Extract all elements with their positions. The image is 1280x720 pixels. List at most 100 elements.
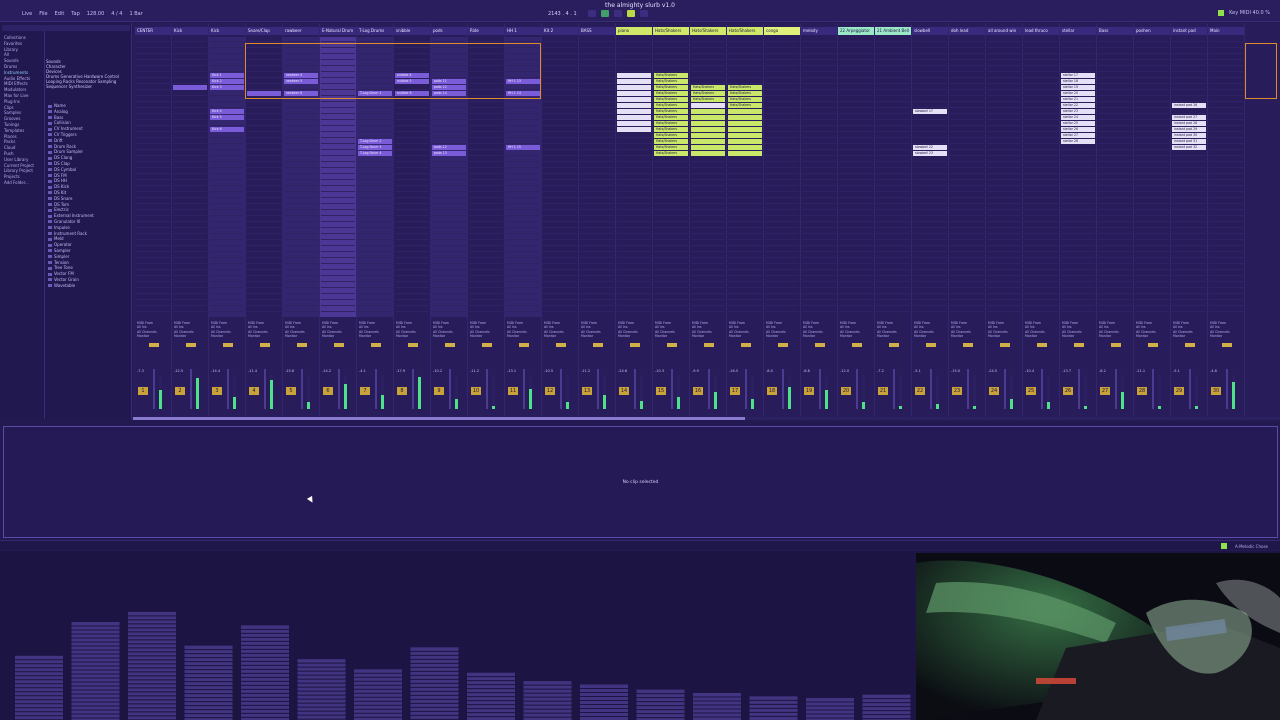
clip-slot[interactable] (543, 97, 577, 102)
clip-slot[interactable] (1098, 103, 1132, 108)
volume-readout[interactable]: -10.5 (544, 369, 553, 373)
clip-slot[interactable] (913, 199, 947, 204)
clip-slot[interactable] (543, 301, 577, 306)
clip-slot[interactable] (358, 229, 392, 234)
track-activator-button[interactable]: 9 (434, 387, 444, 395)
clip-slot[interactable] (765, 145, 799, 150)
volume-readout[interactable]: -11.1 (1136, 369, 1145, 373)
clip-slot[interactable] (617, 289, 651, 294)
clip-slot[interactable] (395, 247, 429, 252)
clip-slot[interactable] (506, 109, 540, 114)
clip-slot[interactable] (876, 295, 910, 300)
clip-slot[interactable] (543, 187, 577, 192)
clip-slot[interactable] (580, 103, 614, 108)
clip-slot[interactable] (802, 199, 836, 204)
clip-slot[interactable] (691, 49, 725, 54)
clip-slot[interactable] (728, 235, 762, 240)
clip-slot[interactable] (395, 151, 429, 156)
clip[interactable]: Hats/Shakers (654, 145, 688, 150)
clip-slot[interactable] (469, 241, 503, 246)
clip-slot[interactable] (543, 289, 577, 294)
clip[interactable]: stellar 19 (1061, 85, 1095, 90)
clip-slot[interactable] (506, 139, 540, 144)
solo-button[interactable] (482, 343, 492, 347)
clip-slot[interactable] (580, 253, 614, 258)
clip-slot[interactable] (210, 295, 244, 300)
clip-slot[interactable] (913, 157, 947, 162)
clip-slot[interactable] (395, 163, 429, 168)
clip-slot[interactable] (987, 127, 1021, 132)
clip-slot[interactable] (284, 211, 318, 216)
clip-slot[interactable] (802, 61, 836, 66)
clip-slot[interactable] (728, 193, 762, 198)
clip-slot[interactable] (950, 181, 984, 186)
clip[interactable] (728, 139, 762, 144)
clip-slot[interactable] (1135, 205, 1169, 210)
clip-slot[interactable] (987, 265, 1021, 270)
solo-button[interactable] (815, 343, 825, 347)
volume-readout[interactable]: -11.2 (470, 369, 479, 373)
clip-slot[interactable] (765, 235, 799, 240)
clip-slot[interactable] (173, 37, 207, 42)
clip-slot[interactable] (1172, 91, 1206, 96)
clip-slot[interactable] (543, 283, 577, 288)
clip-slot[interactable] (1172, 37, 1206, 42)
clip-slot[interactable] (950, 133, 984, 138)
clip-slot[interactable] (580, 157, 614, 162)
clip-slot[interactable] (469, 115, 503, 120)
clip-slot[interactable] (1172, 49, 1206, 54)
clip[interactable] (617, 97, 651, 102)
solo-button[interactable] (630, 343, 640, 347)
clip-slot[interactable] (1135, 67, 1169, 72)
clip-slot[interactable] (1098, 121, 1132, 126)
clip-slot[interactable] (580, 283, 614, 288)
clip-slot[interactable] (691, 217, 725, 222)
clip-slot[interactable] (1135, 79, 1169, 84)
clip-slot[interactable] (654, 163, 688, 168)
clip-slot[interactable] (247, 103, 281, 108)
clip-slot[interactable] (284, 283, 318, 288)
clip-slot[interactable] (321, 145, 355, 150)
clip-slot[interactable] (950, 169, 984, 174)
clip-slot[interactable] (1172, 235, 1206, 240)
clip-slot[interactable] (210, 103, 244, 108)
clip-slot[interactable] (321, 127, 355, 132)
clip-slot[interactable] (284, 301, 318, 306)
clip-slot[interactable] (469, 151, 503, 156)
clip-slot[interactable] (1061, 163, 1095, 168)
clip-slot[interactable] (284, 241, 318, 246)
clip-slot[interactable] (987, 121, 1021, 126)
clip-slot[interactable] (506, 181, 540, 186)
clip[interactable]: Hats/Shakers (654, 97, 688, 102)
clip-slot[interactable] (321, 193, 355, 198)
io-label[interactable]: Monitor (248, 334, 268, 338)
clip-slot[interactable] (173, 109, 207, 114)
clip-slot[interactable] (839, 37, 873, 42)
clip-slot[interactable] (1209, 91, 1243, 96)
clip-slot[interactable] (358, 187, 392, 192)
clip-slot[interactable] (506, 217, 540, 222)
volume-fader[interactable] (449, 369, 451, 409)
clip-slot[interactable] (802, 217, 836, 222)
clip-slot[interactable] (432, 181, 466, 186)
clip-slot[interactable] (284, 37, 318, 42)
clip-slot[interactable] (987, 241, 1021, 246)
clip-slot[interactable] (1061, 67, 1095, 72)
clip-slot[interactable] (247, 229, 281, 234)
clip-slot[interactable] (580, 301, 614, 306)
clip-slot[interactable] (321, 199, 355, 204)
clip-slot[interactable] (1209, 235, 1243, 240)
clip-slot[interactable] (580, 67, 614, 72)
control-bar-item[interactable]: Edit (55, 11, 65, 17)
clip-slot[interactable] (173, 79, 207, 84)
clip-slot[interactable] (728, 295, 762, 300)
track-header[interactable]: snibble (394, 27, 430, 35)
clip-slot[interactable] (247, 307, 281, 312)
clip-slot[interactable] (395, 295, 429, 300)
clip-slot[interactable] (876, 181, 910, 186)
clip-slot[interactable] (358, 181, 392, 186)
clip-slot[interactable] (654, 157, 688, 162)
clip-slot[interactable] (210, 187, 244, 192)
clip-slot[interactable] (1209, 103, 1243, 108)
clip-slot[interactable] (802, 37, 836, 42)
